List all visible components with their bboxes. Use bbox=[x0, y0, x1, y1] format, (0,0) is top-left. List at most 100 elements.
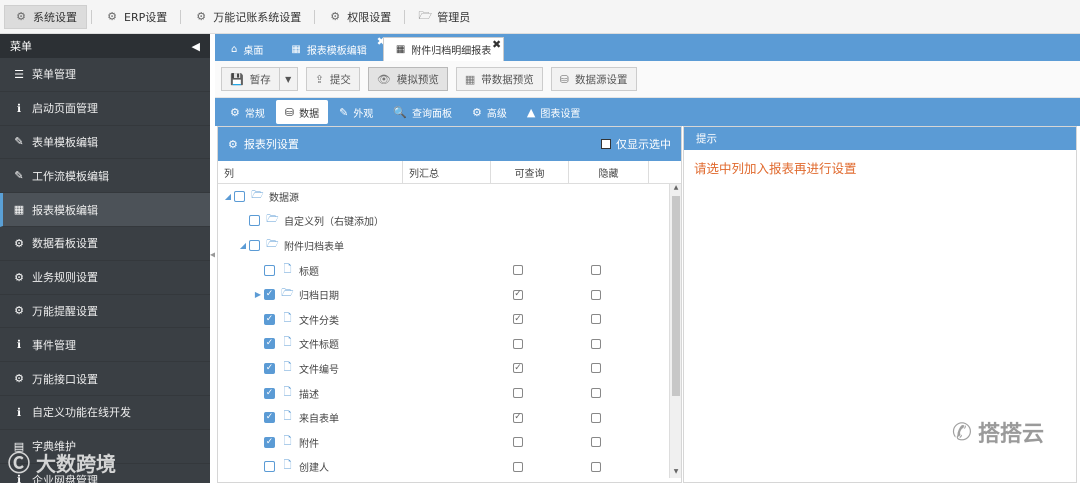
tab-0[interactable]: ⌂ 桌面 bbox=[219, 37, 275, 61]
preview-label: 模拟预览 bbox=[396, 73, 439, 86]
only-selected-checkbox[interactable] bbox=[601, 139, 611, 149]
hidden-checkbox[interactable] bbox=[591, 412, 601, 423]
tree-checkbox[interactable] bbox=[264, 436, 275, 448]
subtab-5[interactable]: ▲ 图表设置 bbox=[518, 100, 589, 124]
tree-row[interactable]: 🗋 文件标题 bbox=[218, 332, 681, 357]
tree-checkbox[interactable] bbox=[264, 338, 275, 350]
sidebar-item-7[interactable]: ⚙ 万能提醒设置 bbox=[0, 295, 210, 329]
submit-button[interactable]: ⇪ 提交 bbox=[305, 67, 360, 91]
hidden-checkbox[interactable] bbox=[591, 388, 601, 399]
hidden-checkbox[interactable] bbox=[591, 314, 601, 325]
queryable-checkbox[interactable] bbox=[513, 388, 523, 399]
queryable-checkbox[interactable] bbox=[513, 461, 523, 472]
hidden-checkbox[interactable] bbox=[591, 265, 601, 276]
tab-2[interactable]: ▦ 附件归档明细报表 ✖ bbox=[382, 37, 505, 61]
sidebar-item-8[interactable]: ℹ 事件管理 bbox=[0, 328, 210, 363]
tree-row[interactable]: 🗋 来自表单 bbox=[218, 405, 681, 430]
hidden-checkbox[interactable] bbox=[591, 363, 601, 374]
tab-1[interactable]: ▦ 报表模板编辑 ✖ bbox=[279, 35, 385, 61]
tree-checkbox[interactable] bbox=[234, 190, 245, 202]
sidebar-item-1[interactable]: ℹ 启动页面管理 bbox=[0, 92, 210, 126]
tree-row[interactable]: ◢ 🗁 附件归档表单 bbox=[218, 233, 681, 258]
scrollbar-thumb[interactable] bbox=[672, 196, 680, 396]
table-icon: ▦ bbox=[291, 43, 301, 55]
col-header-queryable[interactable]: 可查询 bbox=[491, 161, 569, 183]
tree-row-label: 来自表单 bbox=[299, 414, 339, 426]
vertical-scrollbar[interactable]: ▲ ▼ bbox=[669, 184, 681, 478]
queryable-checkbox[interactable] bbox=[513, 314, 523, 325]
subtab-4[interactable]: ⚙ 高级 bbox=[463, 100, 516, 124]
queryable-checkbox[interactable] bbox=[513, 289, 523, 300]
queryable-checkbox[interactable] bbox=[513, 338, 523, 349]
scroll-up-icon[interactable]: ▲ bbox=[670, 184, 681, 194]
tree-checkbox[interactable] bbox=[264, 461, 275, 473]
subtab-1[interactable]: ⛁ 数据 bbox=[275, 100, 329, 124]
expand-arrow-icon[interactable]: ◢ bbox=[222, 192, 234, 201]
tree-row[interactable]: 🗋 描述 bbox=[218, 381, 681, 406]
tree-row[interactable]: 🗋 文件编号 bbox=[218, 356, 681, 381]
topnav-item-0[interactable]: ⚙ 系统设置 bbox=[4, 4, 87, 29]
save-button[interactable]: 💾 暂存 bbox=[221, 67, 280, 91]
tree-row[interactable]: ◢ 🗁 数据源 bbox=[218, 184, 681, 209]
topnav-item-2[interactable]: ⚙ 万能记账系统设置 bbox=[185, 5, 310, 29]
expand-arrow-icon[interactable]: ▶ bbox=[252, 290, 264, 299]
datasource-button[interactable]: ⛁ 数据源设置 bbox=[550, 67, 637, 91]
tab-label: 附件归档明细报表 bbox=[411, 46, 492, 57]
col-header-column[interactable]: 列 bbox=[218, 161, 403, 183]
tree-checkbox[interactable] bbox=[264, 264, 275, 276]
topnav-item-4[interactable]: 🗁 管理员 bbox=[409, 5, 479, 29]
sidebar-item-4[interactable]: ▦ 报表模板编辑 bbox=[0, 193, 210, 227]
folder-icon: 🗁 bbox=[418, 9, 433, 22]
collapse-icon[interactable]: ◀ bbox=[192, 40, 200, 53]
tree-checkbox[interactable] bbox=[264, 313, 275, 325]
topnav-item-1[interactable]: ⚙ ERP设置 bbox=[96, 5, 176, 29]
sidebar-item-label: 自定义功能在线开发 bbox=[32, 406, 131, 420]
queryable-checkbox[interactable] bbox=[513, 412, 523, 423]
tree-checkbox[interactable] bbox=[264, 362, 275, 374]
datasource-label: 数据源设置 bbox=[575, 73, 628, 86]
queryable-checkbox[interactable] bbox=[513, 265, 523, 276]
col-header-hidden[interactable]: 隐藏 bbox=[569, 161, 649, 183]
expand-arrow-icon[interactable]: ◢ bbox=[237, 241, 249, 250]
sidebar-item-10[interactable]: ℹ 自定义功能在线开发 bbox=[0, 396, 210, 430]
tree-checkbox[interactable] bbox=[264, 289, 275, 301]
tree-row[interactable]: 🗋 创建人 bbox=[218, 455, 681, 478]
sidebar-item-9[interactable]: ⚙ 万能接口设置 bbox=[0, 362, 210, 396]
subtab-3[interactable]: 🔍 查询面板 bbox=[384, 100, 461, 124]
save-dropdown-button[interactable]: ▼ bbox=[279, 67, 298, 91]
data-preview-button[interactable]: ▦ 带数据预览 bbox=[455, 67, 543, 91]
queryable-checkbox[interactable] bbox=[513, 363, 523, 374]
tree-row[interactable]: 🗋 附件 bbox=[218, 430, 681, 455]
col-header-summary[interactable]: 列汇总 bbox=[403, 161, 491, 183]
hidden-checkbox[interactable] bbox=[591, 437, 601, 448]
sidebar-header: 菜单 ◀ bbox=[0, 34, 210, 58]
tree-checkbox[interactable] bbox=[264, 412, 275, 424]
subtab-0[interactable]: ⚙ 常规 bbox=[221, 100, 274, 124]
tree-row[interactable]: 🗋 标题 bbox=[218, 258, 681, 283]
tree-checkbox[interactable] bbox=[249, 215, 260, 227]
tree-row[interactable]: 🗁 自定义列（右键添加） bbox=[218, 209, 681, 234]
sidebar-item-6[interactable]: ⚙ 业务规则设置 bbox=[0, 261, 210, 295]
hidden-checkbox[interactable] bbox=[591, 461, 601, 472]
sidebar-item-2[interactable]: ✎ 表单模板编辑 bbox=[0, 126, 210, 160]
sidebar-item-0[interactable]: ☰ 菜单管理 bbox=[0, 58, 210, 92]
sidebar-item-5[interactable]: ⚙ 数据看板设置 bbox=[0, 227, 210, 261]
file-icon: 🗋 bbox=[283, 312, 292, 324]
close-icon[interactable]: ✖ bbox=[492, 38, 501, 51]
queryable-checkbox[interactable] bbox=[513, 437, 523, 448]
scroll-down-icon[interactable]: ▼ bbox=[670, 468, 681, 478]
topnav-item-3[interactable]: ⚙ 权限设置 bbox=[319, 5, 400, 29]
search-icon: 🔍 bbox=[393, 105, 408, 119]
subtab-label: 高级 bbox=[486, 108, 507, 120]
subtab-2[interactable]: ✎ 外观 bbox=[330, 100, 382, 124]
tree-row[interactable]: 🗋 文件分类 bbox=[218, 307, 681, 332]
tree-row[interactable]: ▶ 🗁 归档日期 bbox=[218, 282, 681, 307]
tree-checkbox[interactable] bbox=[264, 387, 275, 399]
tree-checkbox[interactable] bbox=[249, 239, 260, 251]
preview-button[interactable]: 👁 模拟预览 bbox=[367, 67, 448, 91]
subtab-label: 常规 bbox=[244, 108, 265, 120]
hidden-checkbox[interactable] bbox=[591, 338, 601, 349]
sidebar-item-3[interactable]: ✎ 工作流模板编辑 bbox=[0, 159, 210, 194]
only-selected-toggle[interactable]: 仅显示选中 bbox=[601, 136, 671, 152]
hidden-checkbox[interactable] bbox=[591, 289, 601, 300]
